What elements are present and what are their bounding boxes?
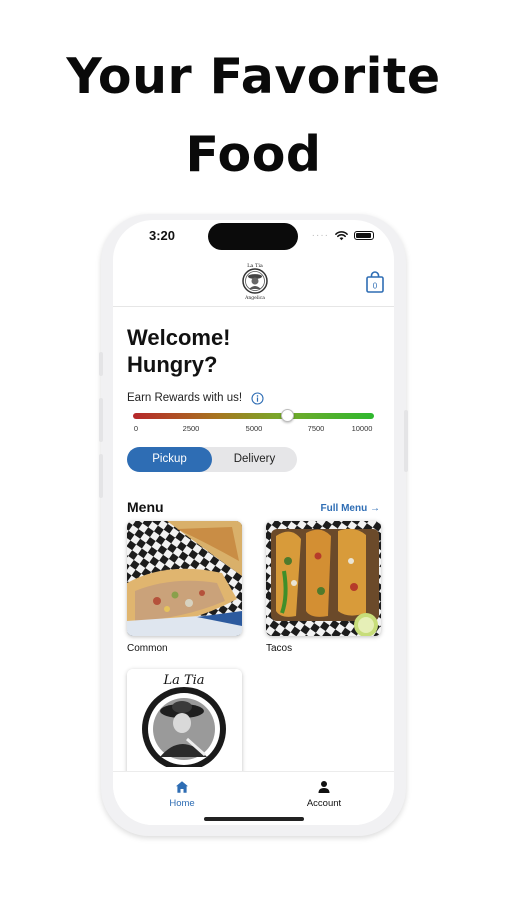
welcome-heading: Welcome! Hungry? (127, 324, 347, 378)
promo-headline-line1: Your Favorite (66, 48, 441, 105)
status-time: 3:20 (149, 228, 176, 243)
signal-dots-icon: ···· (311, 230, 329, 241)
rewards-label: Earn Rewards with us! (127, 392, 243, 404)
svg-text:La Tia: La Tia (247, 263, 263, 269)
burrito-image (127, 521, 242, 636)
la-tia-logo-icon[interactable]: La Tia Angelica (237, 261, 273, 301)
welcome-line1: Welcome! (127, 325, 231, 350)
home-icon (176, 781, 188, 793)
menu-card-logo[interactable]: La Tia (127, 669, 242, 784)
rewards-progress-track (133, 413, 374, 419)
tab-home-label: Home (169, 798, 195, 809)
rewards-tick: 0 (133, 424, 139, 433)
delivery-option[interactable]: Delivery (212, 447, 297, 472)
person-icon (318, 781, 330, 793)
mute-switch (99, 352, 103, 376)
tacos-image (266, 521, 381, 636)
app-screen: 3:20 ···· La Tia Angelica 0 Welcome! Hun… (113, 220, 394, 825)
full-menu-link[interactable]: Full Menu → (321, 503, 380, 514)
promo-headline-line2: Food (185, 126, 322, 183)
la-tia-emblem-image: La Tia (127, 669, 242, 784)
shopping-bag-icon[interactable]: 0 (365, 271, 385, 293)
status-icons: ···· (312, 230, 374, 241)
rewards-tick: 7500 (307, 424, 325, 433)
menu-title: Menu (127, 499, 164, 515)
welcome-line2: Hungry? (127, 352, 218, 377)
volume-up-button (99, 398, 103, 442)
pickup-option[interactable]: Pickup (127, 447, 212, 472)
home-indicator (204, 817, 304, 821)
rewards-tick: 10000 (351, 424, 373, 433)
svg-text:La Tia: La Tia (162, 673, 204, 688)
rewards-progress-thumb (280, 409, 294, 422)
tab-account-label: Account (306, 798, 342, 809)
cart-count: 0 (373, 282, 378, 291)
power-button (404, 410, 408, 472)
rewards-tick: 2500 (182, 424, 200, 433)
menu-card-tacos[interactable] (266, 521, 381, 636)
info-circle-icon[interactable] (251, 392, 264, 405)
wifi-icon (335, 230, 348, 240)
battery-icon (354, 231, 374, 240)
svg-text:Angelica: Angelica (244, 295, 265, 301)
header-divider (113, 306, 394, 307)
order-type-toggle: Pickup Delivery (127, 447, 297, 472)
menu-card-common[interactable] (127, 521, 242, 636)
rewards-tick: 5000 (245, 424, 263, 433)
menu-card-label: Tacos (266, 643, 293, 654)
tab-home[interactable]: Home (137, 780, 227, 809)
tab-account[interactable]: Account (279, 780, 369, 809)
volume-down-button (99, 454, 103, 498)
menu-card-label: Common (127, 643, 168, 654)
dynamic-island (208, 223, 298, 250)
